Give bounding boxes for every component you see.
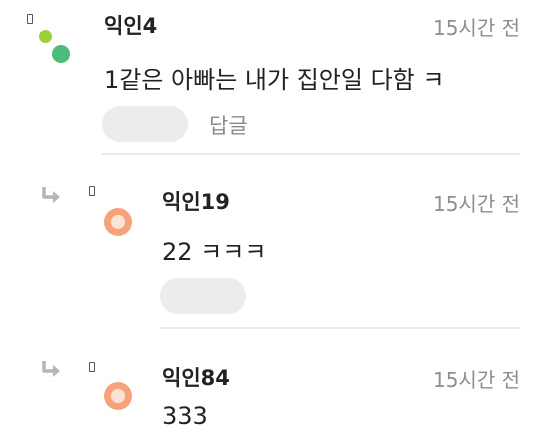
- reply-comment-item: 익인19 15시간 전 22 ㅋㅋㅋ: [0, 172, 540, 332]
- comment-text: 22 ㅋㅋㅋ: [162, 238, 267, 266]
- comment-time: 15시간 전: [432, 192, 520, 216]
- comment-thread: 익인4 15시간 전 1같은 아빠는 내가 집안일 다함 ㅋ 답글 익인19 1…: [0, 0, 540, 440]
- comment-text: 1같은 아빠는 내가 집안일 다함 ㅋ: [104, 66, 445, 94]
- comment-item: 익인4 15시간 전 1같은 아빠는 내가 집안일 다함 ㅋ 답글: [0, 0, 540, 158]
- divider: [102, 153, 520, 155]
- reply-arrow-icon: [42, 361, 60, 377]
- reply-comment-item: 익인84 15시간 전 333: [0, 348, 540, 440]
- reaction-pill[interactable]: [102, 106, 188, 142]
- avatar-dot-big: [52, 45, 70, 63]
- comment-author[interactable]: 익인84: [162, 362, 230, 392]
- flag-icon[interactable]: [27, 14, 33, 24]
- avatar[interactable]: [104, 382, 132, 410]
- comment-text: 333: [162, 402, 208, 430]
- comment-author[interactable]: 익인4: [104, 10, 157, 40]
- comment-author[interactable]: 익인19: [162, 186, 230, 216]
- reply-arrow-icon: [42, 187, 60, 203]
- reply-button[interactable]: 답글: [209, 110, 248, 140]
- avatar[interactable]: [36, 28, 76, 68]
- divider: [160, 327, 520, 329]
- flag-icon[interactable]: [89, 186, 95, 196]
- comment-time: 15시간 전: [432, 368, 520, 392]
- reaction-pill[interactable]: [160, 278, 246, 314]
- flag-icon[interactable]: [89, 362, 95, 372]
- avatar[interactable]: [104, 208, 132, 236]
- comment-time: 15시간 전: [432, 16, 520, 40]
- avatar-dot-small: [39, 30, 52, 43]
